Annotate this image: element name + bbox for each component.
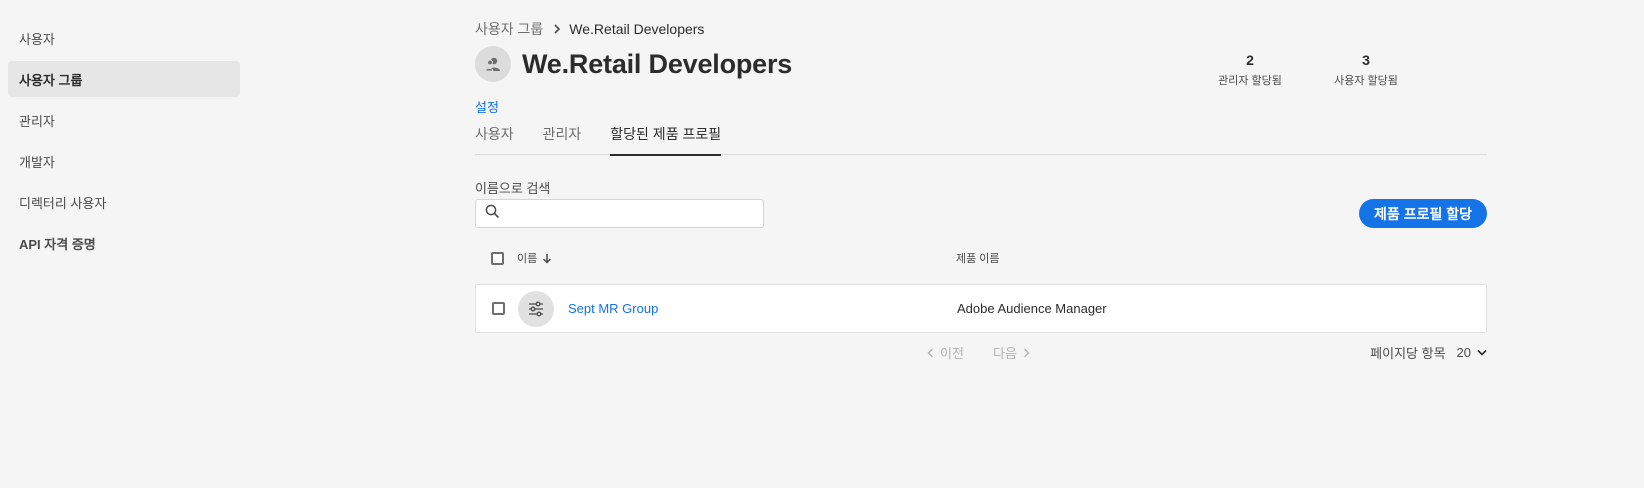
next-page-label: 다음: [993, 346, 1017, 361]
column-header-label: 이름: [517, 253, 538, 265]
search-input[interactable]: [506, 200, 763, 227]
sidebar-item-label: 관리자: [19, 113, 55, 129]
search-label: 이름으로 검색: [475, 181, 551, 196]
sidebar-item-label: 개발자: [19, 154, 55, 170]
tab-bar: 사용자 관리자 할당된 제품 프로필: [475, 120, 1487, 156]
main-content: 사용자 그룹 We.Retail Developers We.Retail De…: [475, 0, 1487, 488]
page-title: We.Retail Developers: [522, 48, 793, 79]
chevron-down-icon: [1477, 349, 1487, 356]
sidebar-item-users[interactable]: 사용자: [8, 20, 240, 56]
search-icon: [485, 204, 500, 224]
items-per-page-label: 페이지당 항목: [1370, 346, 1446, 361]
tab-admins[interactable]: 관리자: [543, 120, 582, 155]
product-name: Adobe Audience Manager: [957, 301, 1107, 316]
next-page-button[interactable]: 다음: [993, 343, 1030, 362]
items-per-page: 페이지당 항목 20: [1370, 343, 1487, 362]
chevron-right-icon: [1023, 347, 1030, 358]
arrow-down-icon: [542, 253, 552, 264]
sidebar-item-developers[interactable]: 개발자: [8, 143, 240, 179]
table-header: 이름 제품 이름: [475, 248, 1487, 268]
table-row: Sept MR Group Adobe Audience Manager: [475, 284, 1487, 333]
stat-label: 관리자 할당됨: [1218, 75, 1282, 87]
stat-admins-assigned: 2 관리자 할당됨: [1205, 52, 1295, 88]
product-profile-icon: [518, 290, 554, 327]
chevron-right-icon: [553, 24, 561, 34]
items-per-page-select[interactable]: 20: [1457, 345, 1487, 360]
profile-name-link[interactable]: Sept MR Group: [568, 301, 658, 316]
sidebar: 사용자 사용자 그룹 관리자 개발자 디렉터리 사용자 API 자격 증명: [8, 20, 240, 266]
breadcrumb-current: We.Retail Developers: [569, 21, 705, 37]
chevron-left-icon: [927, 347, 934, 358]
settings-link[interactable]: 설정: [475, 97, 499, 116]
stat-users-assigned: 3 사용자 할당됨: [1321, 52, 1411, 88]
previous-page-label: 이전: [940, 346, 964, 361]
search-field: [475, 199, 764, 228]
column-header-product: 제품 이름: [956, 253, 1000, 265]
select-all-checkbox[interactable]: [491, 251, 504, 265]
sidebar-item-label: 사용자: [19, 31, 55, 47]
column-header-name[interactable]: 이름: [517, 250, 552, 266]
breadcrumb: 사용자 그룹 We.Retail Developers: [475, 19, 704, 39]
sidebar-item-directory-users[interactable]: 디렉터리 사용자: [8, 184, 240, 220]
tab-users[interactable]: 사용자: [475, 120, 514, 155]
stat-label: 사용자 할당됨: [1334, 75, 1398, 87]
sidebar-item-label: API 자격 증명: [19, 236, 96, 252]
row-checkbox[interactable]: [492, 302, 505, 315]
previous-page-button[interactable]: 이전: [927, 343, 964, 362]
sidebar-item-label: 디렉터리 사용자: [19, 195, 107, 211]
title-row: We.Retail Developers: [475, 46, 792, 82]
stat-value: 2: [1246, 52, 1254, 68]
sidebar-item-api-credentials[interactable]: API 자격 증명: [8, 225, 240, 261]
sidebar-item-admins[interactable]: 관리자: [8, 102, 240, 138]
sidebar-item-user-groups[interactable]: 사용자 그룹: [8, 61, 240, 97]
items-per-page-value: 20: [1456, 345, 1471, 360]
tab-assigned-product-profiles[interactable]: 할당된 제품 프로필: [610, 120, 721, 156]
pagination: 이전 다음 페이지당 항목 20: [475, 343, 1487, 361]
breadcrumb-parent-link[interactable]: 사용자 그룹: [475, 19, 543, 39]
user-group-icon: [475, 46, 511, 82]
assign-product-profile-button[interactable]: 제품 프로필 할당: [1359, 199, 1487, 228]
sidebar-item-label: 사용자 그룹: [19, 72, 83, 88]
stat-value: 3: [1362, 52, 1370, 68]
